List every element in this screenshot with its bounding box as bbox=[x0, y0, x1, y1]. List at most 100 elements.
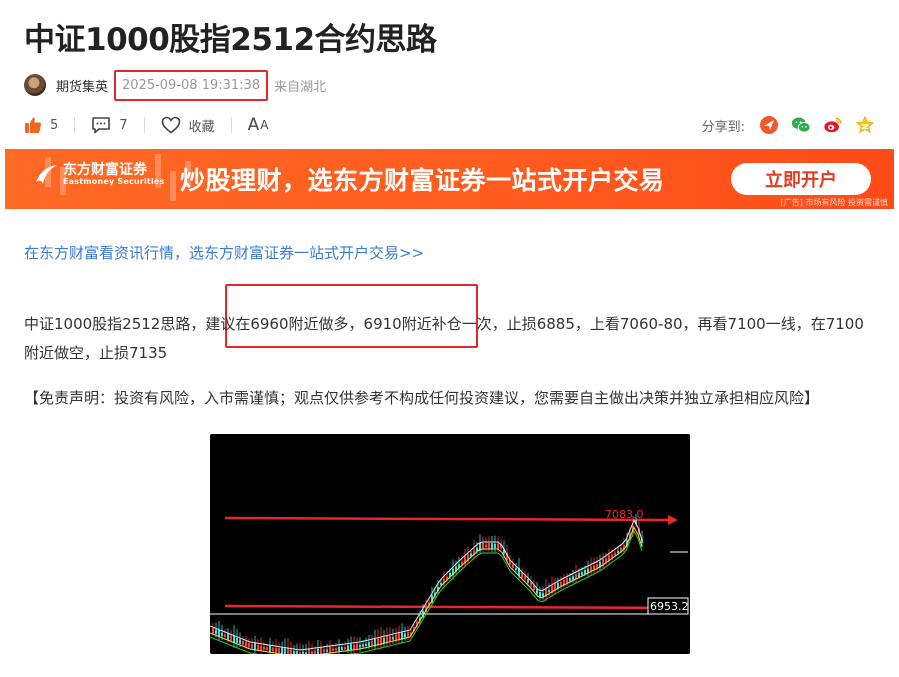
toutiao-share-icon[interactable] bbox=[759, 115, 779, 135]
candles-group bbox=[212, 514, 643, 654]
candle-body bbox=[524, 576, 526, 580]
candle-body bbox=[383, 637, 385, 643]
candle-body bbox=[245, 641, 247, 647]
article-paragraph: 中证1000股指2512思路，建议在6960附近做多，6910附近补仓一次，止损… bbox=[24, 315, 864, 362]
candle-body bbox=[548, 590, 550, 593]
candle-body bbox=[395, 634, 397, 641]
candle-body bbox=[482, 542, 484, 550]
candle-body bbox=[341, 647, 343, 651]
candle-body bbox=[356, 643, 358, 650]
candle-body bbox=[290, 649, 292, 654]
price-chart-image: 7083.0 6953.2 bbox=[210, 434, 690, 654]
candle-body bbox=[362, 644, 364, 647]
upper-level-label: 7083.0 bbox=[605, 508, 644, 521]
article-title: 中证1000股指2512合约思路 bbox=[24, 22, 437, 58]
candle-body bbox=[587, 568, 589, 573]
candle-body bbox=[326, 649, 328, 652]
candle-body bbox=[236, 638, 238, 643]
open-account-button[interactable]: 立即开户 bbox=[731, 163, 871, 195]
comment-icon bbox=[92, 117, 111, 134]
comment-button[interactable]: 7 bbox=[91, 116, 128, 134]
favorite-label: 收藏 bbox=[188, 119, 215, 135]
divider bbox=[74, 117, 76, 133]
ad-banner[interactable]: 东方财富证券 Eastmoney Securities 炒股理财，选东方财富证券… bbox=[5, 149, 894, 209]
promo-link[interactable]: 在东方财富看资讯行情，选东方财富证券一站式开户交易>> bbox=[24, 242, 424, 263]
wechat-share-icon[interactable] bbox=[791, 115, 811, 135]
moving-average-line bbox=[210, 519, 643, 651]
candle-body bbox=[485, 544, 487, 548]
candle-body bbox=[542, 592, 544, 597]
candle-body bbox=[512, 563, 514, 569]
candle-body bbox=[257, 644, 259, 650]
divider bbox=[143, 117, 145, 133]
like-button[interactable]: 5 bbox=[24, 116, 58, 134]
font-size-small: A bbox=[260, 118, 270, 132]
publish-date: 2025-09-08 19:31:38 bbox=[122, 77, 261, 93]
candle-body bbox=[287, 648, 289, 654]
candle-body bbox=[572, 576, 574, 580]
candle-body bbox=[407, 631, 409, 638]
candle-body bbox=[251, 644, 253, 649]
qzone-share-icon[interactable] bbox=[855, 115, 875, 135]
candle-body bbox=[317, 648, 319, 654]
candle-body bbox=[332, 648, 334, 651]
price-chart: 7083.0 6953.2 bbox=[210, 508, 689, 654]
font-size-big: A bbox=[247, 115, 261, 135]
candle-body bbox=[314, 650, 316, 654]
comment-count: 7 bbox=[119, 117, 128, 133]
candle-body bbox=[530, 582, 532, 586]
article-meta: 期货集英 2025-09-08 19:31:38 来自湖北 bbox=[24, 69, 327, 101]
candle-body bbox=[611, 554, 613, 558]
font-size-icon[interactable]: AA bbox=[248, 115, 270, 135]
article-source: 来自湖北 bbox=[274, 79, 327, 95]
eastmoney-logo-icon bbox=[36, 165, 57, 184]
candle-body bbox=[389, 636, 391, 642]
candle-body bbox=[614, 552, 616, 556]
heart-icon bbox=[161, 116, 180, 134]
author-avatar[interactable] bbox=[24, 74, 46, 96]
candle-body bbox=[293, 650, 295, 654]
moving-average-line bbox=[210, 530, 643, 654]
candle-body bbox=[353, 644, 355, 649]
candle-body bbox=[212, 628, 214, 634]
candle-body bbox=[302, 651, 304, 654]
candle-body bbox=[365, 643, 367, 646]
ad-disclaimer: [广告] 市场有风险 投资需谨慎 bbox=[780, 198, 888, 207]
action-bar: 5 7 收藏 AA 分享到: bbox=[24, 114, 875, 136]
candle-body bbox=[269, 645, 271, 653]
weibo-share-icon[interactable] bbox=[823, 115, 843, 135]
candle-body bbox=[305, 652, 307, 654]
candle-body bbox=[284, 648, 286, 654]
candle-body bbox=[311, 651, 313, 654]
candle-body bbox=[335, 648, 337, 651]
candle-body bbox=[239, 639, 241, 644]
candle-body bbox=[368, 641, 370, 647]
lower-level-label: 6953.2 bbox=[650, 600, 689, 613]
candle-body bbox=[569, 578, 571, 581]
moving-average-line bbox=[210, 526, 643, 654]
like-count: 5 bbox=[50, 117, 59, 133]
logo-cn: 东方财富证券 bbox=[63, 161, 147, 178]
date-highlight-box: 2025-09-08 19:31:38 bbox=[114, 69, 269, 101]
favorite-button[interactable]: 收藏 bbox=[161, 116, 215, 135]
candle-body bbox=[344, 646, 346, 650]
candle-body bbox=[272, 647, 274, 652]
divider bbox=[230, 117, 232, 133]
candle-body bbox=[338, 647, 340, 651]
candle-body bbox=[392, 637, 394, 640]
candle-body bbox=[560, 581, 562, 587]
candle-body bbox=[296, 651, 298, 654]
candle-body bbox=[359, 644, 361, 648]
candle-body bbox=[323, 649, 325, 653]
author-name[interactable]: 期货集英 bbox=[56, 76, 108, 95]
candle-body bbox=[278, 648, 280, 653]
candle-body bbox=[527, 579, 529, 583]
candle-body bbox=[263, 646, 265, 650]
moving-averages-group bbox=[210, 519, 643, 654]
candle-body bbox=[488, 543, 490, 549]
candle-body bbox=[596, 564, 598, 568]
candle-body bbox=[227, 633, 229, 640]
candle-body bbox=[308, 649, 310, 654]
candle-body bbox=[404, 633, 406, 638]
thumbs-up-icon bbox=[25, 117, 42, 133]
